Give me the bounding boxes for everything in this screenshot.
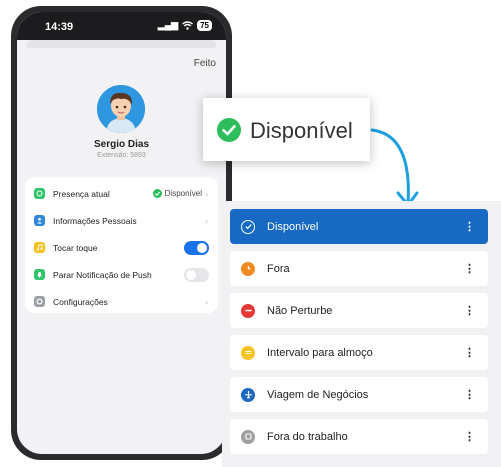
phone-screen: 14:39 ▂▄▆ 75 Feito Sergio Dias Extensão:… — [17, 12, 226, 454]
presence-option-label: Fora — [267, 262, 290, 275]
menu-item-label: Presença atual — [53, 188, 110, 199]
presence-option-label: Não Perturbe — [267, 304, 333, 317]
signal-icon: ▂▄▆ — [157, 20, 179, 30]
lunch-icon — [241, 345, 255, 360]
menu-item-push[interactable]: Parar Notificação de Push — [25, 261, 218, 288]
push-toggle[interactable] — [184, 267, 209, 282]
avatar[interactable] — [97, 85, 145, 133]
menu-item-presence[interactable]: Presença atual Disponível › — [25, 180, 218, 207]
presence-value: Disponível — [152, 189, 202, 198]
more-options-icon[interactable]: ⋮ — [464, 346, 475, 359]
sheet-handle — [27, 40, 216, 48]
more-options-icon[interactable]: ⋮ — [464, 304, 475, 317]
avatar-illustration — [97, 85, 145, 133]
callout-label: Disponível — [250, 118, 353, 143]
more-options-icon[interactable]: ⋮ — [464, 388, 475, 401]
menu-item-settings[interactable]: Configurações › — [25, 288, 218, 315]
presence-option-label: Viagem de Negócios — [267, 388, 369, 401]
presence-icon — [34, 188, 45, 199]
battery-icon: 75 — [197, 20, 212, 31]
presence-value-text: Disponível — [164, 189, 202, 198]
chevron-right-icon: › — [205, 215, 208, 226]
presence-list: Disponível ⋮ Fora ⋮ Não Perturbe ⋮ Inter… — [222, 201, 501, 467]
presence-option-label: Fora do trabalho — [267, 430, 348, 443]
check-icon — [152, 189, 162, 198]
status-icons: ▂▄▆ 75 — [158, 20, 212, 31]
phone-frame: 14:39 ▂▄▆ 75 Feito Sergio Dias Extensão:… — [11, 6, 232, 460]
settings-menu: Presença atual Disponível › Informações … — [25, 177, 218, 313]
more-options-icon[interactable]: ⋮ — [464, 430, 475, 443]
clock-icon — [241, 261, 255, 276]
check-icon — [241, 219, 255, 234]
person-icon — [34, 215, 45, 226]
chevron-right-icon: › — [205, 296, 208, 307]
gear-icon — [34, 296, 45, 307]
menu-item-label: Tocar toque — [53, 242, 98, 253]
done-button[interactable]: Feito — [194, 58, 216, 69]
presence-option-away[interactable]: Fora ⋮ — [230, 251, 488, 286]
profile-name: Sergio Dias — [93, 139, 150, 150]
menu-item-label: Parar Notificação de Push — [53, 269, 152, 280]
presence-option-label: Disponível — [267, 220, 319, 233]
more-options-icon[interactable]: ⋮ — [464, 220, 475, 233]
profile-extension: Extensão: 5893 — [97, 152, 146, 159]
presence-option-available[interactable]: Disponível ⋮ — [230, 209, 488, 244]
music-icon — [34, 242, 45, 253]
plane-icon — [241, 387, 255, 402]
presence-option-off-work[interactable]: Fora do trabalho ⋮ — [230, 419, 488, 454]
status-time: 14:39 — [45, 21, 74, 33]
more-options-icon[interactable]: ⋮ — [464, 262, 475, 275]
minus-icon — [241, 303, 255, 318]
ringtone-toggle[interactable] — [184, 240, 209, 255]
presence-option-business-trip[interactable]: Viagem de Negócios ⋮ — [230, 377, 488, 412]
check-icon — [217, 118, 241, 142]
status-bar: 14:39 ▂▄▆ 75 — [17, 12, 226, 40]
menu-item-label: Configurações — [53, 296, 108, 307]
chevron-right-icon: › — [205, 188, 208, 199]
menu-item-label: Informações Pessoais — [53, 215, 137, 226]
menu-item-personal-info[interactable]: Informações Pessoais › — [25, 207, 218, 234]
presence-option-dnd[interactable]: Não Perturbe ⋮ — [230, 293, 488, 328]
presence-option-label: Intervalo para almoço — [267, 346, 373, 359]
offwork-icon — [241, 429, 255, 444]
menu-item-ringtone[interactable]: Tocar toque — [25, 234, 218, 261]
presence-option-lunch[interactable]: Intervalo para almoço ⋮ — [230, 335, 488, 370]
wifi-icon — [182, 21, 194, 30]
bell-icon — [34, 269, 45, 280]
presence-callout: Disponível — [203, 98, 370, 161]
